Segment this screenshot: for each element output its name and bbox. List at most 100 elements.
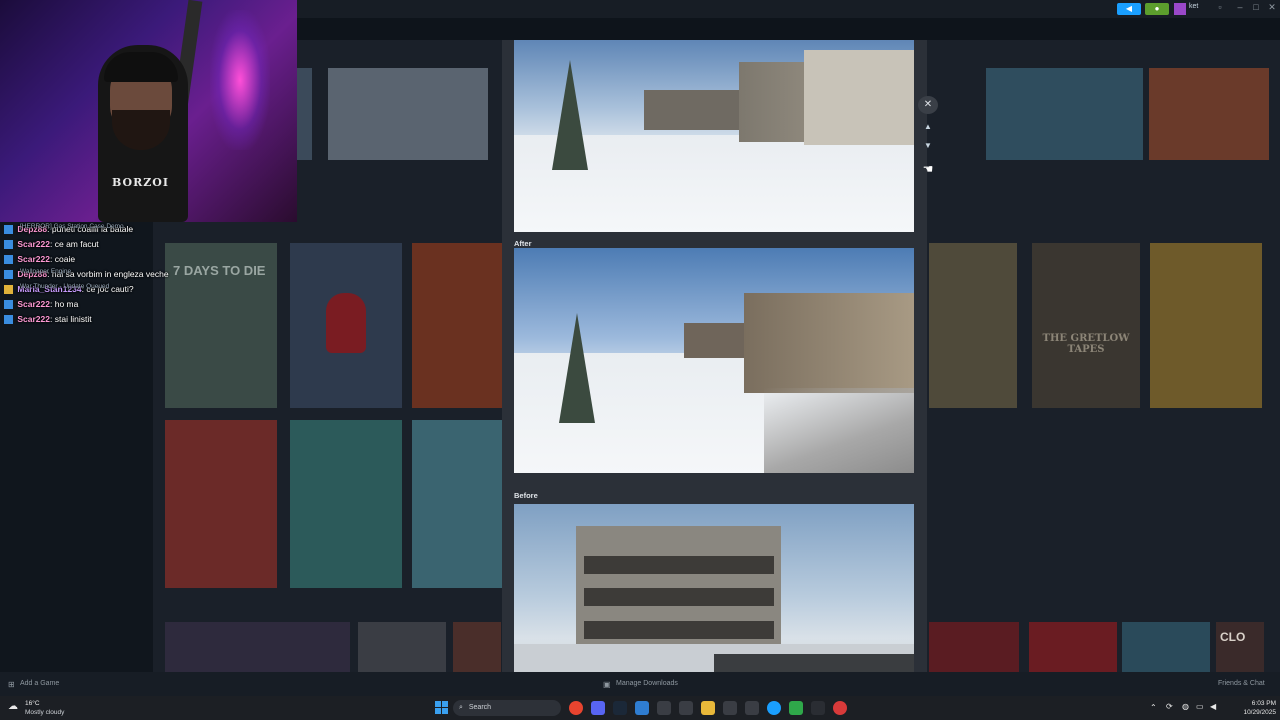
mic-icon[interactable]: ◍ [1182,702,1189,711]
app-icon[interactable] [679,701,693,715]
steam-icon[interactable] [613,701,627,715]
pine-tree [552,60,588,170]
friends-chat-button[interactable]: Friends & Chat [1218,680,1265,687]
clock-time[interactable]: 6:03 PM [1252,700,1276,707]
plus-icon[interactable]: ⊞ [8,680,15,689]
clock-date[interactable]: 10/29/2025 [1243,709,1276,716]
chat-text: coaie [54,254,76,264]
close-window-icon[interactable]: ✕ [1265,2,1279,13]
shirt-text: BORZOI [112,176,169,189]
chat-message: Scar222: stai linistit [4,312,184,327]
game-tile[interactable]: THE GRETLOW TAPES [1032,243,1140,408]
taskbar-search[interactable]: ⌕ Search [453,700,561,716]
screenshot-before[interactable] [514,504,914,672]
close-icon[interactable]: ✕ [918,96,938,114]
game-tile[interactable] [358,622,446,672]
chat-note: War Thunder - Update Queued [20,283,110,290]
game-tile[interactable] [412,243,502,408]
add-game-button[interactable]: Add a Game [20,680,59,687]
search-icon: ⌕ [459,704,463,711]
chat-note: [HERROR] Gas Station Case Demo [20,223,124,230]
ruined-building [576,526,781,651]
webcam-overlay: BORZOI [0,0,297,222]
app-icon[interactable] [657,701,671,715]
badge-icon [4,300,13,310]
recent-tile[interactable] [986,68,1143,160]
caption-before: Before [514,491,538,500]
manage-downloads-button[interactable]: Manage Downloads [616,680,678,687]
volume-icon[interactable]: ◀ [1210,702,1216,711]
minimize-icon[interactable]: – [1233,2,1247,12]
game-tile[interactable] [412,420,502,588]
building [644,90,739,130]
building [744,293,914,393]
chevron-down-icon[interactable]: ▼ [918,141,938,155]
chat-message: Scar222: ce am facut [4,237,184,252]
chat-note: Wallpaper Engine [20,268,72,275]
chat-message: War Thunder - Update Queued Maria_Stan12… [4,282,184,297]
badge-icon [4,225,13,235]
chat-username: Scar222 [17,299,50,309]
game-tile[interactable] [929,622,1019,672]
game-tile[interactable] [1029,622,1117,672]
weather-icon[interactable]: ☁ [8,701,18,712]
chat-text: ce am facut [54,239,99,249]
xbox-icon[interactable] [789,701,803,715]
obs-icon[interactable] [811,701,825,715]
username-label[interactable]: ket [1189,3,1198,10]
download-icon[interactable]: ▣ [603,680,611,689]
game-tile[interactable] [929,243,1017,408]
vscode-icon[interactable] [635,701,649,715]
pine-tree [559,313,595,423]
tray-icon[interactable]: ⟳ [1166,702,1173,711]
notifications-bell-icon[interactable]: ● [1145,3,1169,15]
streamer-cap [104,52,178,82]
window-icon[interactable]: ▫ [1213,2,1227,12]
building [684,323,744,358]
steam-status-bar: ⊞ Add a Game ▣ Manage Downloads Friends … [0,672,1280,696]
windows-start-icon[interactable] [435,701,449,715]
screenshot-after[interactable] [514,248,914,473]
chat-overlay: [HERROR] Gas Station Case Demo Depz88: p… [4,222,184,327]
chat-username: Scar222 [17,239,50,249]
avatar[interactable] [1174,3,1186,15]
screenshot-winter-town[interactable] [514,40,914,232]
building [804,50,914,145]
game-tile[interactable] [453,622,501,672]
weather-temp[interactable]: 16°C [25,700,40,707]
chat-message: Scar222: ho ma [4,297,184,312]
app-icon[interactable] [767,701,781,715]
network-icon[interactable]: ▭ [1196,702,1204,711]
app-icon[interactable] [833,701,847,715]
recent-tile[interactable] [328,68,488,160]
chevron-up-icon[interactable]: ▲ [918,122,938,136]
hand-cursor-icon: ☚ [922,162,934,176]
weather-desc[interactable]: Mostly cloudy [25,709,64,716]
maximize-icon[interactable]: □ [1249,2,1263,12]
chat-message: [HERROR] Gas Station Case Demo Depz88: p… [4,222,184,237]
game-tile[interactable]: CLO [1216,622,1264,672]
search-label: Search [468,704,492,711]
recent-tile[interactable] [1149,68,1269,160]
chat-text: ho ma [54,299,79,309]
app-icon[interactable] [723,701,737,715]
road [764,388,914,473]
game-tile[interactable] [165,420,277,588]
badge-icon [4,315,13,325]
game-tile[interactable] [1150,243,1262,408]
broadcast-button[interactable]: ◀ [1117,3,1141,15]
game-tile[interactable] [290,243,402,408]
discord-icon[interactable] [591,701,605,715]
badge-icon [4,240,13,250]
caption-after: After [514,239,532,248]
app-icon[interactable] [745,701,759,715]
file-explorer-icon[interactable] [701,701,715,715]
game-tile[interactable] [1122,622,1210,672]
chat-username: Scar222 [17,314,50,324]
chrome-icon[interactable] [569,701,583,715]
game-tile[interactable] [165,622,350,672]
game-tile[interactable] [290,420,402,588]
chat-username: Scar222 [17,254,50,264]
chevron-up-icon[interactable]: ⌃ [1150,703,1157,712]
game-art [326,293,366,353]
